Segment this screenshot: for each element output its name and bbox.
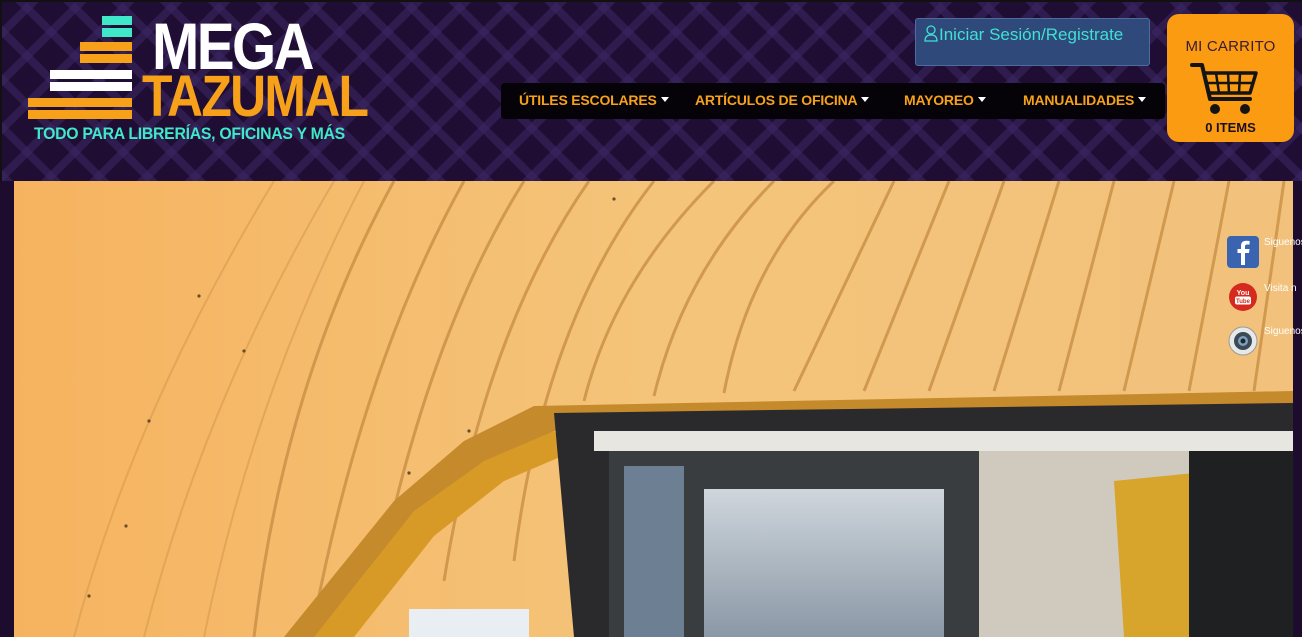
nav-item-label: ARTÍCULOS DE OFICINA bbox=[695, 92, 858, 108]
cart-item-count: 0 ITEMS bbox=[1205, 120, 1256, 135]
instagram-icon bbox=[1228, 326, 1258, 356]
logo-tagline: TODO PARA LIBRERÍAS, OFICINAS Y MÁS bbox=[34, 124, 345, 143]
cart-button[interactable]: MI CARRITO 0 ITEMS bbox=[1167, 14, 1294, 142]
nav-item-utiles-escolares[interactable]: ÚTILES ESCOLARES bbox=[519, 92, 669, 108]
nav-item-mayoreo[interactable]: MAYOREO bbox=[904, 92, 986, 108]
hero-banner-image bbox=[14, 181, 1293, 637]
site-header: MEGA TAZUMAL TODO PARA LIBRERÍAS, OFICIN… bbox=[0, 0, 1302, 181]
caret-down-icon bbox=[977, 97, 986, 102]
logo-word-tazumal: TAZUMAL bbox=[142, 64, 369, 129]
svg-text:You: You bbox=[1237, 290, 1250, 297]
social-label: Visita n bbox=[1264, 283, 1297, 294]
nav-item-manualidades[interactable]: MANUALIDADES bbox=[1023, 92, 1147, 108]
youtube-icon: You Tube bbox=[1229, 283, 1257, 311]
facebook-icon bbox=[1227, 236, 1259, 268]
social-label: Siguenos bbox=[1264, 237, 1302, 248]
caret-down-icon bbox=[660, 97, 669, 102]
caret-down-icon bbox=[1138, 97, 1147, 102]
user-icon bbox=[924, 25, 938, 47]
site-logo[interactable]: MEGA TAZUMAL TODO PARA LIBRERÍAS, OFICIN… bbox=[24, 9, 369, 147]
cart-title: MI CARRITO bbox=[1185, 38, 1276, 55]
storefront-photo bbox=[14, 181, 1293, 637]
social-label: Siguenos bbox=[1264, 326, 1302, 337]
nav-item-label: ÚTILES ESCOLARES bbox=[519, 92, 657, 108]
youtube-link[interactable]: You Tube Visita n bbox=[1226, 281, 1302, 315]
svg-text:Tube: Tube bbox=[1236, 299, 1251, 305]
nav-item-label: MAYOREO bbox=[904, 92, 974, 108]
instagram-link[interactable]: Siguenos bbox=[1226, 324, 1302, 358]
nav-item-label: MANUALIDADES bbox=[1023, 92, 1135, 108]
login-register-label: Iniciar Sesión/Registrate bbox=[939, 25, 1124, 44]
nav-item-articulos-de-oficina[interactable]: ARTÍCULOS DE OFICINA bbox=[695, 92, 870, 108]
main-nav: ÚTILES ESCOLARES ARTÍCULOS DE OFICINA MA… bbox=[501, 83, 1165, 119]
caret-down-icon bbox=[861, 97, 870, 102]
login-register-button[interactable]: Iniciar Sesión/Registrate bbox=[915, 18, 1150, 66]
facebook-link[interactable]: Siguenos bbox=[1226, 235, 1302, 269]
cart-icon bbox=[1190, 63, 1258, 114]
